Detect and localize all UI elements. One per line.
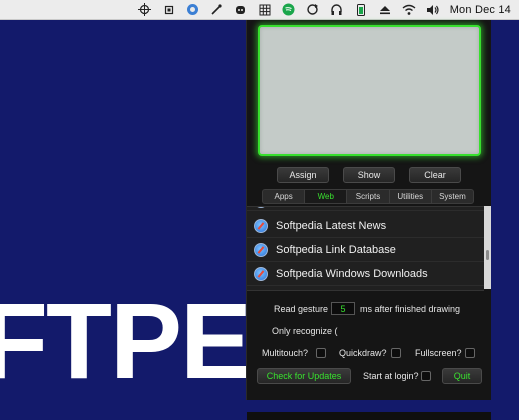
volume-icon[interactable] bbox=[426, 3, 440, 17]
tab-system[interactable]: System bbox=[432, 190, 473, 203]
only-recognize-label: Only recognize ( bbox=[272, 326, 338, 336]
start-at-login-checkbox[interactable] bbox=[421, 371, 431, 381]
battery-icon[interactable] bbox=[354, 3, 368, 17]
grid-icon[interactable] bbox=[258, 3, 272, 17]
list-item-partial[interactable] bbox=[247, 286, 484, 290]
multitouch-label: Multitouch? bbox=[262, 348, 309, 358]
multitouch-checkbox[interactable] bbox=[316, 348, 326, 358]
check-for-updates-button[interactable]: Check for Updates bbox=[257, 368, 351, 384]
list-item-label: Softpedia Latest News bbox=[276, 219, 387, 232]
safari-icon bbox=[254, 266, 268, 281]
eject-icon[interactable] bbox=[378, 3, 392, 17]
menubar-clock[interactable]: Mon Dec 14 bbox=[450, 4, 511, 16]
wallpaper-text: FTPE bbox=[0, 280, 252, 401]
quickdraw-label: Quickdraw? bbox=[339, 348, 387, 358]
start-at-login-label: Start at login? bbox=[363, 371, 419, 381]
read-gesture-label: Read gesture bbox=[274, 304, 329, 314]
fullscreen-label: Fullscreen? bbox=[415, 348, 462, 358]
show-button[interactable]: Show bbox=[343, 167, 395, 183]
robot-icon[interactable] bbox=[234, 3, 248, 17]
gesture-app-panel: Assign Show Clear Apps Web Scripts Utili… bbox=[246, 20, 491, 420]
fullscreen-checkbox[interactable] bbox=[465, 348, 475, 358]
list-item-label: Softpedia Link Database bbox=[276, 243, 396, 256]
list-scrollbar[interactable] bbox=[484, 206, 491, 289]
menu-bar: Mon Dec 14 bbox=[0, 0, 519, 20]
safari-icon bbox=[254, 207, 268, 208]
list-item-partial[interactable] bbox=[247, 207, 484, 211]
gesture-drawing-area[interactable] bbox=[258, 25, 481, 156]
list-item[interactable]: Softpedia Latest News bbox=[247, 214, 484, 238]
headphones-icon[interactable] bbox=[330, 3, 344, 17]
category-tabs: Apps Web Scripts Utilities System bbox=[262, 189, 474, 204]
quickdraw-checkbox[interactable] bbox=[391, 348, 401, 358]
spotify-icon[interactable] bbox=[282, 3, 296, 17]
crosshair-icon[interactable] bbox=[138, 3, 152, 17]
scrollbar-thumb[interactable] bbox=[486, 250, 489, 260]
action-list: Softpedia Latest News Softpedia Link Dat… bbox=[247, 206, 484, 291]
tab-web[interactable]: Web bbox=[305, 190, 348, 203]
list-item[interactable]: Softpedia Windows Downloads bbox=[247, 262, 484, 286]
panel-bottom-edge bbox=[247, 412, 491, 420]
clear-button[interactable]: Clear bbox=[409, 167, 461, 183]
tab-apps[interactable]: Apps bbox=[263, 190, 306, 203]
globe-icon[interactable] bbox=[186, 3, 200, 17]
sync-icon[interactable] bbox=[306, 3, 320, 17]
list-item-label: Softpedia Windows Downloads bbox=[276, 267, 428, 280]
safari-icon bbox=[254, 242, 268, 257]
list-item[interactable]: Softpedia Link Database bbox=[247, 238, 484, 262]
assign-button[interactable]: Assign bbox=[277, 167, 329, 183]
tab-utilities[interactable]: Utilities bbox=[390, 190, 432, 203]
tab-scripts[interactable]: Scripts bbox=[347, 190, 390, 203]
quit-button[interactable]: Quit bbox=[442, 368, 482, 384]
wifi-icon[interactable] bbox=[402, 3, 416, 17]
chip-icon[interactable] bbox=[162, 3, 176, 17]
safari-icon bbox=[254, 218, 268, 233]
read-gesture-delay-field[interactable]: 5 bbox=[331, 302, 355, 315]
after-drawing-label: ms after finished drawing bbox=[360, 304, 461, 314]
wand-icon[interactable] bbox=[210, 3, 224, 17]
